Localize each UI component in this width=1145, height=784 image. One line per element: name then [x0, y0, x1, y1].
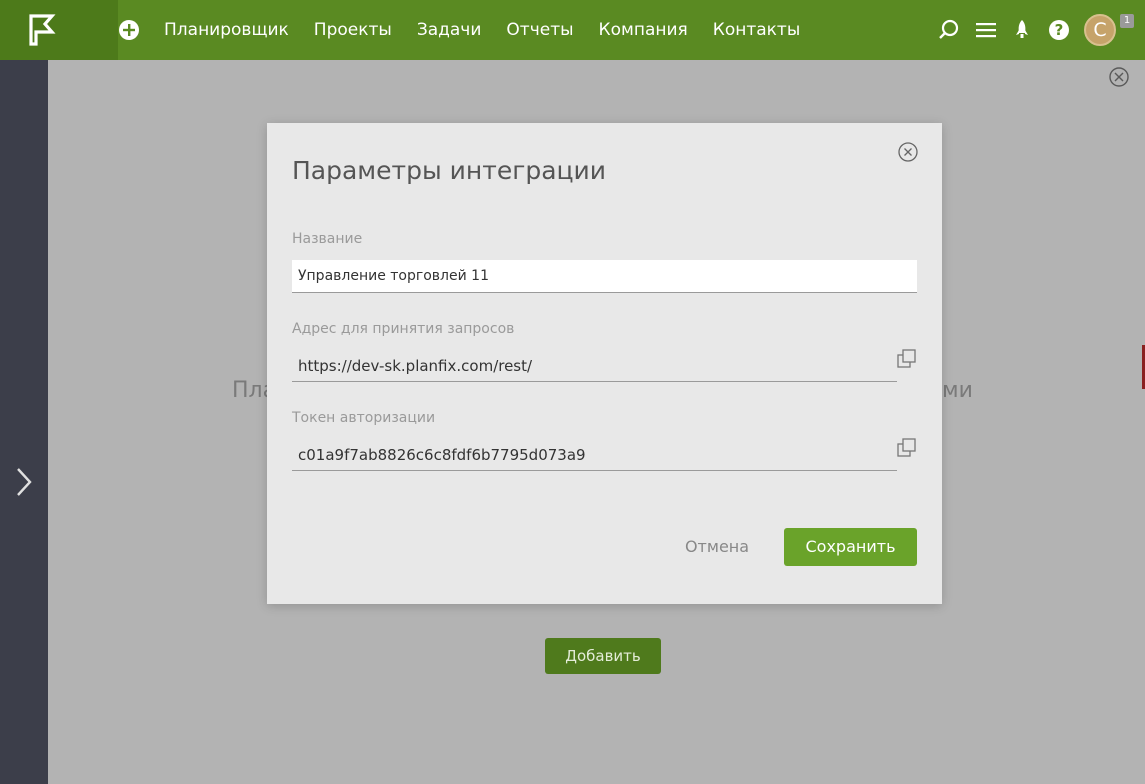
notification-badge: 1 [1120, 14, 1134, 28]
name-field[interactable] [292, 260, 917, 293]
nav-item-reports[interactable]: Отчеты [506, 20, 573, 40]
rocket-icon[interactable] [1010, 18, 1034, 42]
cancel-button[interactable]: Отмена [672, 528, 762, 566]
avatar[interactable]: С [1084, 14, 1116, 46]
main-menu: Планировщик Проекты Задачи Отчеты Компан… [164, 0, 800, 60]
hamburger-icon[interactable] [974, 18, 998, 42]
save-button[interactable]: Сохранить [784, 528, 917, 566]
nav-item-contacts[interactable]: Контакты [713, 20, 801, 40]
background-heading-fragment-end: ми [942, 378, 973, 403]
close-icon[interactable] [1108, 66, 1130, 88]
top-navigation-bar: Планировщик Проекты Задачи Отчеты Компан… [0, 0, 1145, 60]
question-icon[interactable]: ? [1047, 18, 1071, 42]
chevron-right-icon[interactable] [12, 465, 36, 499]
auth-token-field[interactable]: c01a9f7ab8826c6c8fdf6b7795d073a9 [292, 438, 897, 471]
token-label: Токен авторизации [292, 410, 436, 426]
nav-item-company[interactable]: Компания [599, 20, 688, 40]
name-label: Название [292, 231, 363, 247]
nav-item-planner[interactable]: Планировщик [164, 20, 289, 40]
nav-item-projects[interactable]: Проекты [314, 20, 392, 40]
integration-settings-dialog: Параметры интеграции Название Адрес для … [267, 123, 942, 604]
dialog-title: Параметры интеграции [292, 156, 607, 185]
url-label: Адрес для принятия запросов [292, 321, 515, 337]
request-url-field[interactable]: https://dev-sk.planfix.com/rest/ [292, 349, 897, 382]
logo-arrow-decoration [90, 0, 118, 60]
add-button[interactable]: Добавить [545, 638, 661, 674]
svg-text:?: ? [1055, 21, 1064, 39]
search-icon[interactable] [937, 18, 961, 42]
nav-item-tasks[interactable]: Задачи [417, 20, 482, 40]
left-sidebar [0, 60, 48, 784]
plus-circle-icon[interactable] [118, 19, 140, 41]
copy-icon[interactable] [897, 349, 917, 369]
close-icon[interactable] [897, 141, 919, 163]
flag-icon [29, 14, 56, 46]
copy-icon[interactable] [897, 438, 917, 458]
